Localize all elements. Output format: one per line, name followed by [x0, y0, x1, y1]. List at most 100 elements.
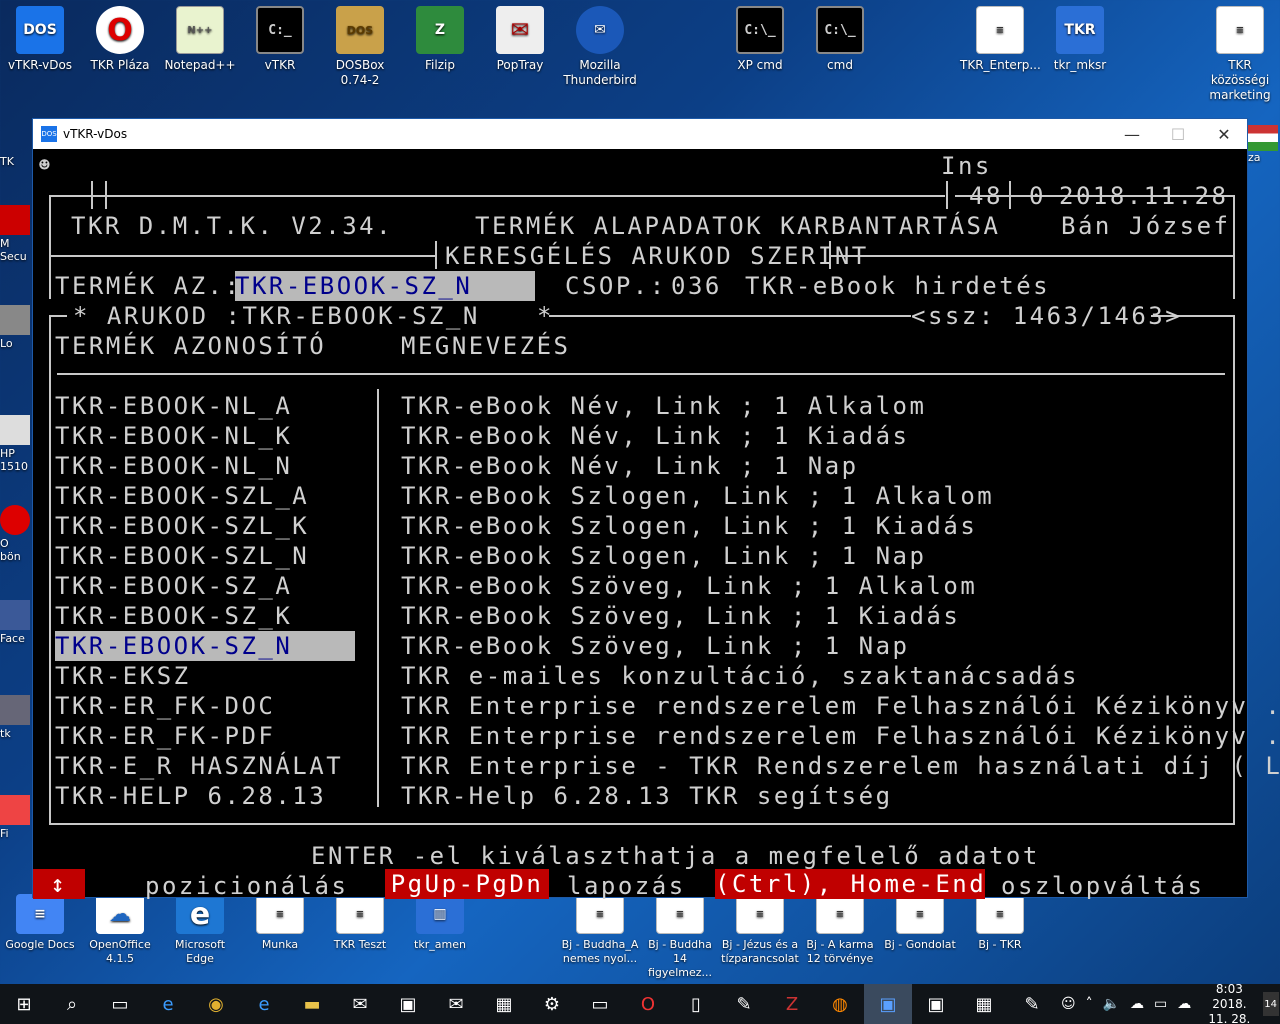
pgup-pgdn-key[interactable]: PgUp-PgDn: [385, 869, 549, 899]
desktop-shortcut[interactable]: N++ Notepad++: [160, 0, 240, 73]
row-id[interactable]: TKR-EBOOK-NL_K: [55, 421, 292, 451]
row-name[interactable]: TKR-eBook Szöveg, Link ; 1 Kiadás: [401, 601, 960, 631]
side-icon[interactable]: Lo: [0, 305, 32, 350]
side-icon[interactable]: Face: [0, 600, 32, 645]
row-name[interactable]: TKR e-mailes konzultáció, szaktanácsadás: [401, 661, 1079, 691]
side-icon[interactable]: tk: [0, 695, 32, 740]
desktop-shortcut[interactable]: ≡ TKR közösségi marketing: [1200, 0, 1280, 103]
desktop-shortcut[interactable]: DOS vTKR-vDos: [0, 0, 80, 73]
right-side-icon[interactable]: za: [1248, 125, 1280, 164]
paint-icon[interactable]: ✎: [1008, 984, 1056, 1024]
minimize-button[interactable]: —: [1109, 125, 1155, 144]
row-name[interactable]: TKR-Help 6.28.13 TKR segítség: [401, 781, 893, 811]
row-name[interactable]: TKR-eBook Szlogen, Link ; 1 Nap: [401, 541, 926, 571]
cloud-icon[interactable]: ☁: [1130, 996, 1144, 1012]
desktop-shortcut[interactable]: C:\_ cmd: [800, 0, 880, 73]
calculator-icon[interactable]: ▦: [480, 984, 528, 1024]
outlook-icon[interactable]: ✉: [336, 984, 384, 1024]
counter-b: 0: [1029, 182, 1046, 210]
desktop-shortcut[interactable]: ✉ PopTray: [480, 0, 560, 73]
notes-icon[interactable]: ✎: [720, 984, 768, 1024]
row-name[interactable]: TKR-eBook Szöveg, Link ; 1 Alkalom: [401, 571, 977, 601]
desktop-shortcut[interactable]: C:\_ XP cmd: [720, 0, 800, 73]
ie-icon[interactable]: e: [240, 984, 288, 1024]
row-name[interactable]: TKR Enterprise rendszerelem Felhasználói…: [401, 691, 1280, 721]
selected-row-id[interactable]: TKR-EBOOK-SZ_N: [55, 631, 355, 661]
people-icon[interactable]: ☺: [1061, 996, 1076, 1012]
settings-icon[interactable]: ⚙: [528, 984, 576, 1024]
row-name[interactable]: TKR Enterprise rendszerelem Felhasználói…: [401, 721, 1280, 751]
chevron-up-icon[interactable]: ˄: [1086, 996, 1093, 1012]
row-name[interactable]: TKR Enterprise - TKR Rendszerelem haszná…: [401, 751, 1280, 781]
search-icon[interactable]: ⌕: [48, 984, 96, 1024]
onedrive-icon[interactable]: ☁: [1177, 996, 1191, 1012]
row-id[interactable]: TKR-EBOOK-SZ_K: [55, 601, 292, 631]
side-icon[interactable]: M Secu: [0, 205, 32, 263]
row-id[interactable]: TKR-EBOOK-SZL_N: [55, 541, 309, 571]
vdos-icon[interactable]: ▣: [864, 984, 912, 1024]
desktop-shortcut[interactable]: TKR tkr_mksr: [1040, 0, 1120, 73]
side-label[interactable]: TK: [0, 155, 32, 168]
row-id[interactable]: TKR-EBOOK-SZL_A: [55, 481, 309, 511]
row-id[interactable]: TKR-EKSZ: [55, 661, 191, 691]
row-id[interactable]: TKR-HELP 6.28.13: [55, 781, 326, 811]
row-name[interactable]: TKR-eBook Név, Link ; 1 Kiadás: [401, 421, 909, 451]
vtkr-vdos-window[interactable]: DOS vTKR-vDos — ☐ ✕ ☻ Ins 48 0 2018.11.2…: [32, 118, 1280, 900]
row-name[interactable]: TKR-eBook Szöveg, Link ; 1 Nap: [401, 631, 909, 661]
row-name[interactable]: TKR-eBook Név, Link ; 1 Alkalom: [401, 391, 926, 421]
task-view-icon[interactable]: ▭: [96, 984, 144, 1024]
pgup-pgdn-label: lapozás: [567, 872, 686, 900]
notepadpp-icon: N++: [176, 6, 224, 54]
calculator-icon[interactable]: ▦: [960, 984, 1008, 1024]
document-icon: ≡: [896, 894, 944, 934]
desktop-shortcut[interactable]: O TKR Pláza: [80, 0, 160, 73]
row-id[interactable]: TKR-EBOOK-SZL_K: [55, 511, 309, 541]
desktop-shortcut[interactable]: DOS DOSBox 0.74-2: [320, 0, 400, 88]
explorer-icon[interactable]: ▬: [288, 984, 336, 1024]
row-id[interactable]: TKR-EBOOK-NL_A: [55, 391, 292, 421]
edge-icon[interactable]: e: [144, 984, 192, 1024]
chrome-icon[interactable]: ◉: [192, 984, 240, 1024]
window-titlebar[interactable]: DOS vTKR-vDos — ☐ ✕: [33, 119, 1247, 149]
arrows-key-label: pozicionálás: [145, 872, 349, 900]
maximize-button[interactable]: ☐: [1155, 125, 1201, 144]
document-icon: ≡: [816, 894, 864, 934]
row-id[interactable]: TKR-EBOOK-SZ_A: [55, 571, 292, 601]
home-end-key[interactable]: (Ctrl), Home-End: [715, 869, 985, 899]
row-name[interactable]: TKR-eBook Név, Link ; 1 Nap: [401, 451, 859, 481]
start-icon[interactable]: ⊞: [0, 984, 48, 1024]
firefox-icon[interactable]: ◍: [816, 984, 864, 1024]
opera-icon[interactable]: O: [624, 984, 672, 1024]
network-icon[interactable]: ▭: [1154, 996, 1167, 1012]
notification-center-button[interactable]: 14: [1262, 992, 1279, 1016]
arrows-key[interactable]: ↕: [33, 869, 85, 899]
desktop-shortcut[interactable]: ≡ Bj - Jézus és a tízparancsolat: [720, 888, 800, 966]
store-icon[interactable]: ▣: [384, 984, 432, 1024]
terminal-screen[interactable]: ☻ Ins 48 0 2018.11.28 TKR D.M.T.K. V2.34…: [33, 149, 1280, 900]
row-name[interactable]: TKR-eBook Szlogen, Link ; 1 Kiadás: [401, 511, 977, 541]
row-id[interactable]: TKR-EBOOK-NL_N: [55, 451, 292, 481]
desktop-shortcut[interactable]: Z Filzip: [400, 0, 480, 73]
desktop-shortcut[interactable]: ≡ Bj - A karma 12 törvénye: [800, 888, 880, 966]
side-icon[interactable]: Obön: [0, 505, 32, 563]
side-icon[interactable]: HP 1510: [0, 415, 32, 473]
desktop-shortcut[interactable]: ✉ Mozilla Thunderbird: [560, 0, 640, 88]
desktop-shortcut[interactable]: C:_ vTKR: [240, 0, 320, 73]
product-input[interactable]: TKR-EBOOK-SZ_N: [235, 271, 535, 301]
close-button[interactable]: ✕: [1201, 125, 1247, 144]
mail-icon[interactable]: ✉: [432, 984, 480, 1024]
document-icon[interactable]: ▯: [672, 984, 720, 1024]
row-id[interactable]: TKR-ER_FK-PDF: [55, 721, 275, 751]
filezilla-icon[interactable]: Z: [768, 984, 816, 1024]
cmd-icon[interactable]: ▭: [576, 984, 624, 1024]
side-icon[interactable]: Fi: [0, 795, 32, 840]
document-icon: ≡: [1216, 6, 1264, 54]
clock[interactable]: 8:03 2018. 11. 28.: [1206, 982, 1252, 1024]
volume-icon[interactable]: 🔈: [1103, 996, 1120, 1012]
dosbox-icon[interactable]: ▣: [912, 984, 960, 1024]
row-id[interactable]: TKR-ER_FK-DOC: [55, 691, 275, 721]
row-name[interactable]: TKR-eBook Szlogen, Link ; 1 Alkalom: [401, 481, 994, 511]
row-id[interactable]: TKR-E_R HASZNÁLAT: [55, 751, 343, 781]
desktop-shortcut[interactable]: ≡ TKR_Enterp...: [960, 0, 1041, 73]
desktop-shortcut[interactable]: ≡ Bj - Buddha 14 figyelmez...: [640, 888, 720, 980]
